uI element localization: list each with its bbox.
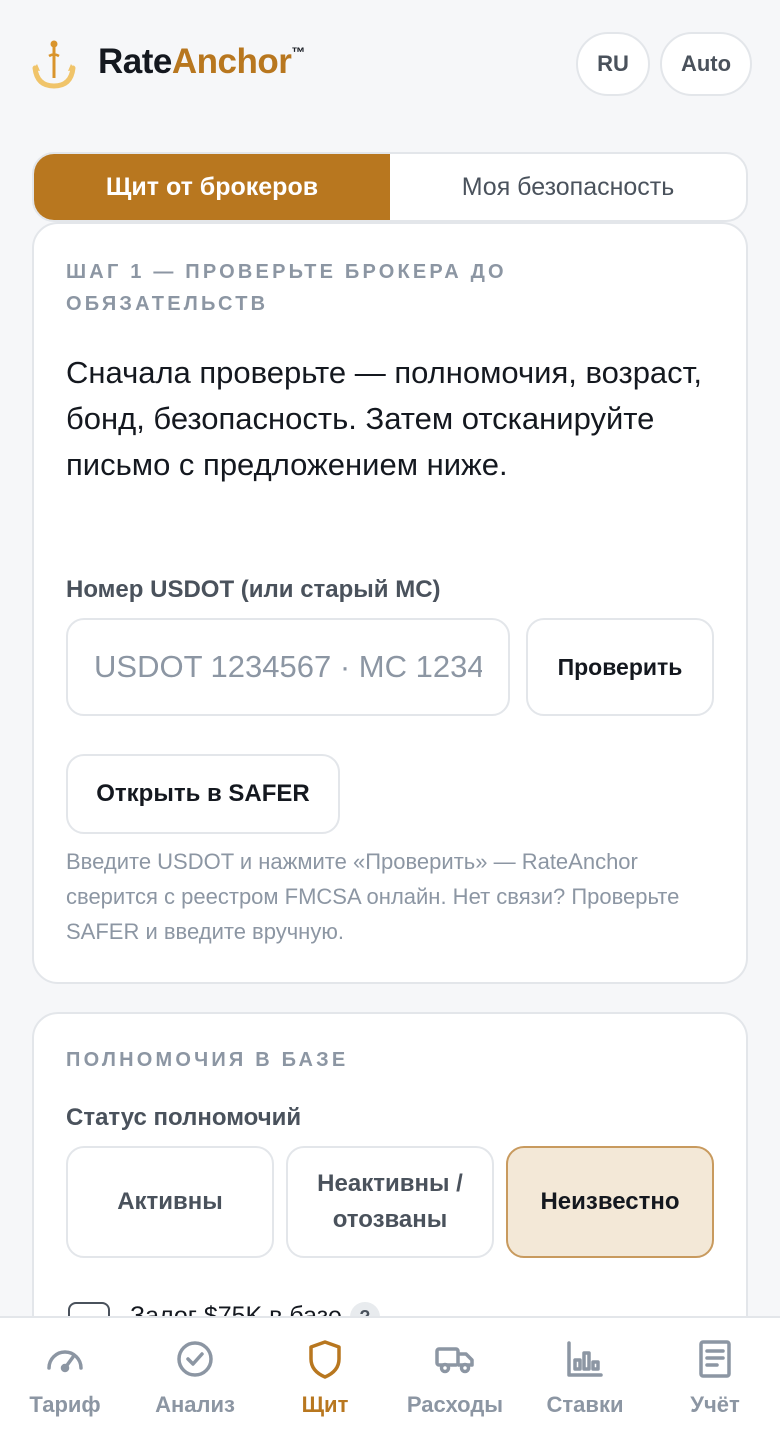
nav-item-shield[interactable]: Щит [260, 1318, 390, 1440]
authority-status-label: Статус полномочий [66, 1104, 302, 1131]
gauge-icon [47, 1350, 83, 1373]
truck-icon [435, 1347, 474, 1374]
check-broker-button[interactable]: Проверить [526, 618, 714, 716]
usdot-field-label: Номер USDOT (или старый MC) [66, 576, 441, 603]
nav-item-rates[interactable]: Ставки [520, 1318, 650, 1440]
nav-label-rates: Ставки [546, 1392, 624, 1417]
brand-anchor: Anchor [171, 42, 292, 81]
bar-chart-icon [567, 1341, 603, 1377]
nav-item-expenses[interactable]: Расходы [390, 1318, 520, 1440]
brand-wordmark: RateAnchor™ [98, 42, 305, 82]
app-header: RateAnchor™ RU Auto [0, 0, 780, 128]
section-tabs: Щит от брокеров Моя безопасность [32, 152, 748, 222]
nav-label-shield: Щит [301, 1392, 349, 1417]
step1-eyebrow: ШАГ 1 — ПРОВЕРЬТЕ БРОКЕРА ДО ОБЯЗАТЕЛЬСТ… [66, 261, 507, 315]
brand-trademark: ™ [291, 44, 305, 60]
nav-label-ledger: Учёт [690, 1392, 740, 1417]
nav-label-expenses: Расходы [406, 1392, 504, 1417]
language-button[interactable]: RU [576, 32, 650, 96]
bottom-nav: Тариф Анализ Щит Расходы Ставки Учёт [0, 1316, 780, 1440]
usdot-input[interactable] [66, 618, 510, 716]
nav-item-tariff[interactable]: Тариф [0, 1318, 130, 1440]
nav-item-analysis[interactable]: Анализ [130, 1318, 260, 1440]
authority-eyebrow: ПОЛНОМОЧИЯ В БАЗЕ [66, 1049, 349, 1071]
tab-broker-shield[interactable]: Щит от брокеров [34, 154, 390, 220]
open-safer-button[interactable]: Открыть в SAFER [66, 754, 340, 834]
broker-check-card: ШАГ 1 — ПРОВЕРЬТЕ БРОКЕРА ДО ОБЯЗАТЕЛЬСТ… [32, 222, 748, 984]
anchor-logo-icon [32, 40, 76, 89]
nav-label-analysis: Анализ [155, 1392, 235, 1417]
status-option-unknown[interactable]: Неизвестно [506, 1146, 714, 1258]
status-option-inactive[interactable]: Неактивны / отозваны [286, 1146, 494, 1258]
status-option-active[interactable]: Активны [66, 1146, 274, 1258]
brand-rate: Rate [98, 42, 172, 81]
tab-my-safety[interactable]: Моя безопасность [390, 154, 746, 220]
step1-lead-text: Сначала проверьте — полномочия, возраст,… [66, 355, 703, 482]
shield-icon [309, 1340, 341, 1379]
check-circle-icon [177, 1341, 213, 1377]
step1-hint: Введите USDOT и нажмите «Проверить» — Ra… [66, 849, 680, 944]
nav-label-tariff: Тариф [29, 1392, 101, 1417]
theme-mode-button[interactable]: Auto [660, 32, 752, 96]
ledger-icon [699, 1340, 731, 1378]
nav-item-ledger[interactable]: Учёт [650, 1318, 780, 1440]
